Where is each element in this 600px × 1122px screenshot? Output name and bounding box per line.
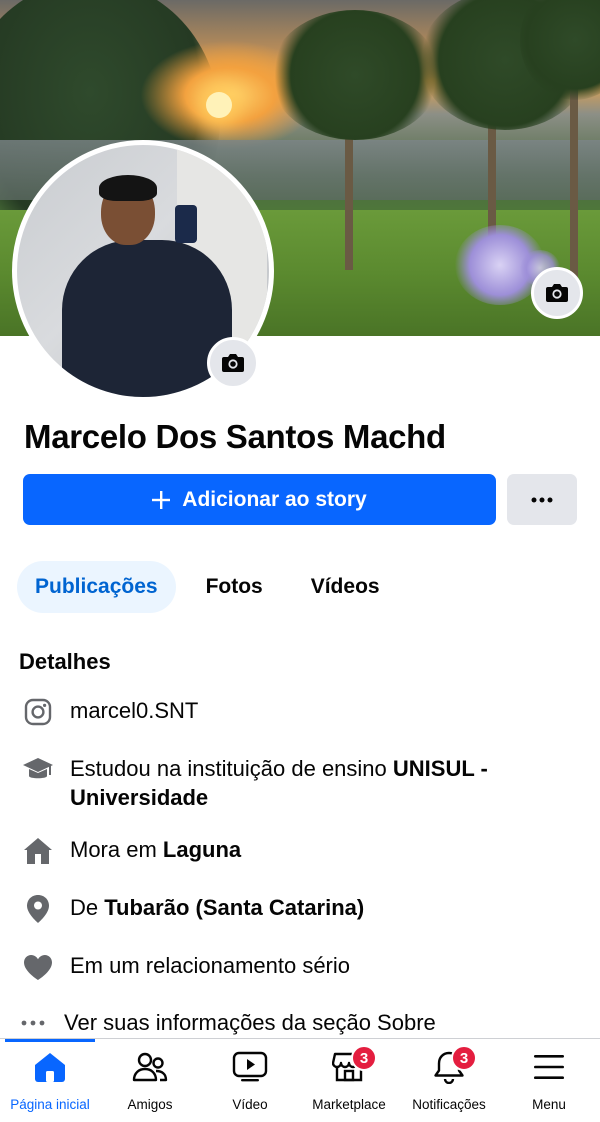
more-dots-icon [21, 1020, 45, 1026]
nav-home-label: Página inicial [10, 1097, 90, 1112]
location-pin-icon [27, 895, 49, 923]
nav-friends[interactable]: Amigos [100, 1047, 200, 1121]
nav-home[interactable]: Página inicial [0, 1047, 100, 1121]
nav-notifications[interactable]: 3 Notificações [399, 1045, 499, 1121]
nav-notifications-label: Notificações [412, 1097, 486, 1112]
detail-lives-in: Mora em Laguna [20, 835, 241, 867]
marketplace-badge: 3 [351, 1045, 377, 1071]
detail-hometown: De Tubarão (Santa Catarina) [20, 893, 364, 925]
nav-marketplace[interactable]: 3 Marketplace [299, 1045, 399, 1121]
nav-menu[interactable]: Menu [499, 1047, 599, 1121]
hometown-prefix: De [70, 895, 105, 920]
heart-icon [24, 954, 52, 980]
nav-friends-label: Amigos [127, 1097, 173, 1112]
video-icon [232, 1051, 268, 1082]
lives-prefix: Mora em [70, 837, 163, 862]
friends-icon [132, 1052, 168, 1082]
see-about-info-link[interactable]: Ver suas informações da seção Sobre [18, 1010, 436, 1036]
see-about-info-label: Ver suas informações da seção Sobre [64, 1010, 436, 1035]
hamburger-menu-icon [534, 1055, 564, 1079]
relationship-status: Em um relacionamento sério [70, 953, 351, 978]
nav-video-label: Vídeo [232, 1097, 268, 1112]
detail-instagram[interactable]: marcel0.SNT [20, 696, 198, 728]
details-title: Detalhes [19, 649, 111, 674]
tab-fotos[interactable]: Fotos [188, 561, 281, 613]
more-dots-icon [531, 497, 553, 502]
camera-icon [546, 284, 568, 302]
profile-picture-camera-button[interactable] [207, 337, 259, 389]
camera-icon [222, 354, 244, 372]
profile-name: Marcelo Dos Santos Machd [24, 418, 446, 455]
education-prefix: Estudou na instituição de ensino [70, 756, 393, 781]
nav-video[interactable]: Vídeo [200, 1047, 300, 1121]
home-icon [35, 1053, 65, 1082]
cover-camera-button[interactable] [531, 267, 583, 319]
add-to-story-button[interactable]: Adicionar ao story [23, 474, 496, 525]
tab-publicacoes[interactable]: Publicações [17, 561, 176, 613]
notifications-badge: 3 [451, 1045, 477, 1071]
active-tab-indicator [5, 1039, 95, 1042]
lives-city: Laguna [162, 837, 242, 862]
nav-marketplace-label: Marketplace [312, 1097, 386, 1112]
nav-menu-label: Menu [532, 1097, 566, 1112]
instagram-link[interactable]: marcel0.SNT [70, 696, 198, 725]
hometown-city: Tubarão (Santa Catarina) [104, 895, 365, 920]
plus-icon [152, 490, 171, 509]
add-to-story-label: Adicionar ao story [182, 487, 367, 511]
house-icon [24, 838, 52, 864]
more-options-button[interactable] [507, 474, 577, 525]
detail-relationship: Em um relacionamento sério [20, 951, 350, 983]
profile-tabs: Publicações Fotos Vídeos [17, 561, 398, 613]
bottom-navigation: Página inicial Amigos Vídeo 3 Marketplac… [0, 1038, 600, 1122]
tab-videos[interactable]: Vídeos [293, 561, 398, 613]
graduation-cap-icon [23, 758, 53, 779]
instagram-icon [24, 698, 52, 726]
detail-education: Estudou na instituição de ensino UNISUL … [20, 754, 580, 812]
